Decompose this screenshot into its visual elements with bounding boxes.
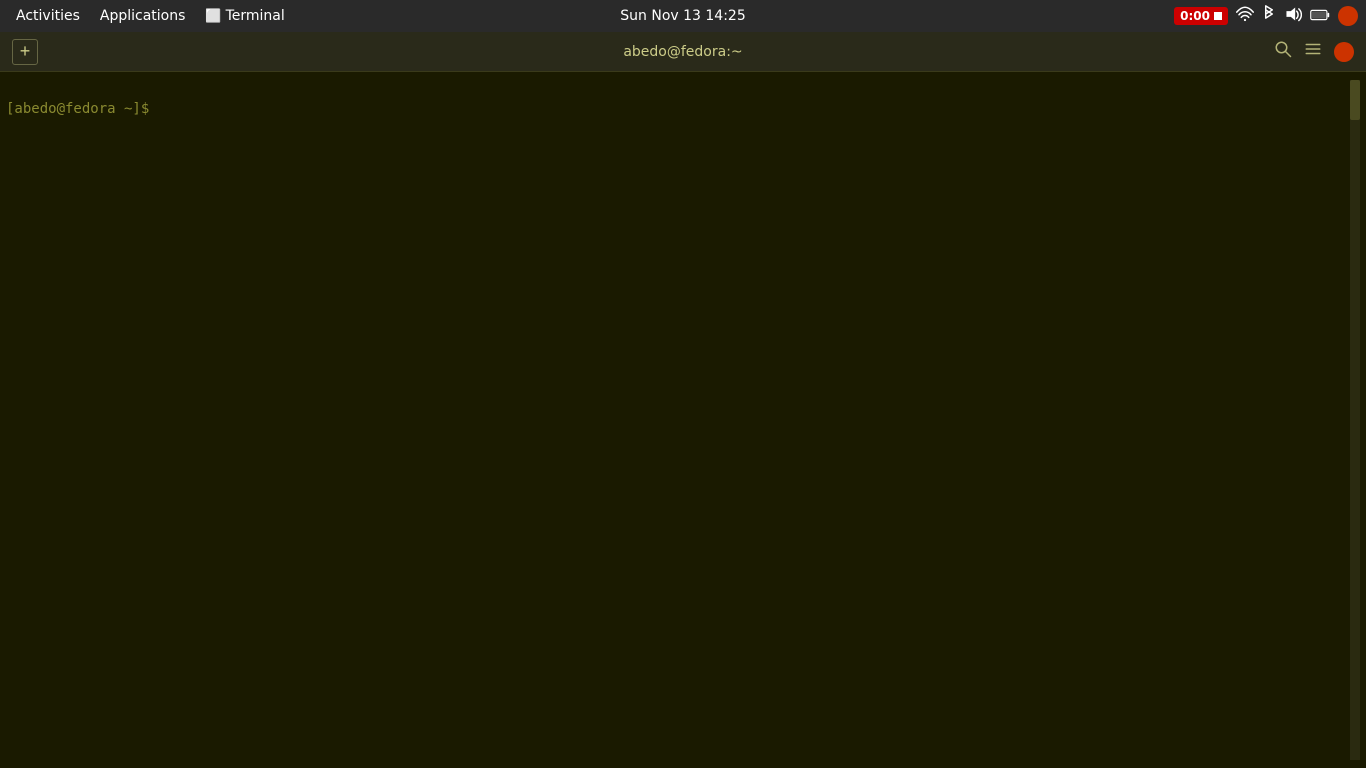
terminal-title: abedo@fedora:~ [623, 44, 742, 60]
system-datetime: Sun Nov 13 14:25 [620, 8, 745, 24]
battery-icon[interactable] [1310, 7, 1330, 26]
terminal-content[interactable]: [abedo@fedora ~]$ [0, 72, 1366, 768]
terminal-menu-icon[interactable] [1304, 40, 1322, 63]
terminal-window-icon: ⬜ [205, 9, 221, 24]
new-tab-button[interactable]: + [12, 39, 38, 65]
system-bar: Activities Applications ⬜ Terminal Sun N… [0, 0, 1366, 32]
volume-icon[interactable] [1284, 6, 1302, 26]
bluetooth-icon[interactable] [1262, 5, 1276, 27]
recording-square-icon [1214, 12, 1222, 20]
terminal-titlebar: + abedo@fedora:~ [0, 32, 1366, 72]
activities-menu[interactable]: Activities [8, 6, 88, 26]
applications-menu[interactable]: Applications [92, 6, 194, 26]
recording-badge[interactable]: 0:00 [1174, 7, 1228, 25]
scrollbar-thumb[interactable] [1350, 80, 1360, 120]
system-bar-right: 0:00 [1174, 5, 1358, 27]
terminal-search-icon[interactable] [1274, 40, 1292, 63]
terminal-prompt: [abedo@fedora ~]$ [6, 101, 149, 117]
user-avatar[interactable] [1338, 6, 1358, 26]
terminal-menu-item[interactable]: ⬜ Terminal [197, 6, 292, 26]
system-bar-left: Activities Applications ⬜ Terminal [8, 6, 293, 26]
terminal-output[interactable]: [abedo@fedora ~]$ [6, 80, 1350, 760]
terminal-scrollbar[interactable] [1350, 80, 1360, 760]
terminal-window: + abedo@fedora:~ [abedo@fedora ~]$ [0, 32, 1366, 768]
titlebar-left: + [12, 39, 38, 65]
wifi-icon[interactable] [1236, 6, 1254, 26]
terminal-user-icon[interactable] [1334, 42, 1354, 62]
titlebar-right [1274, 40, 1354, 63]
recording-time: 0:00 [1180, 9, 1210, 23]
